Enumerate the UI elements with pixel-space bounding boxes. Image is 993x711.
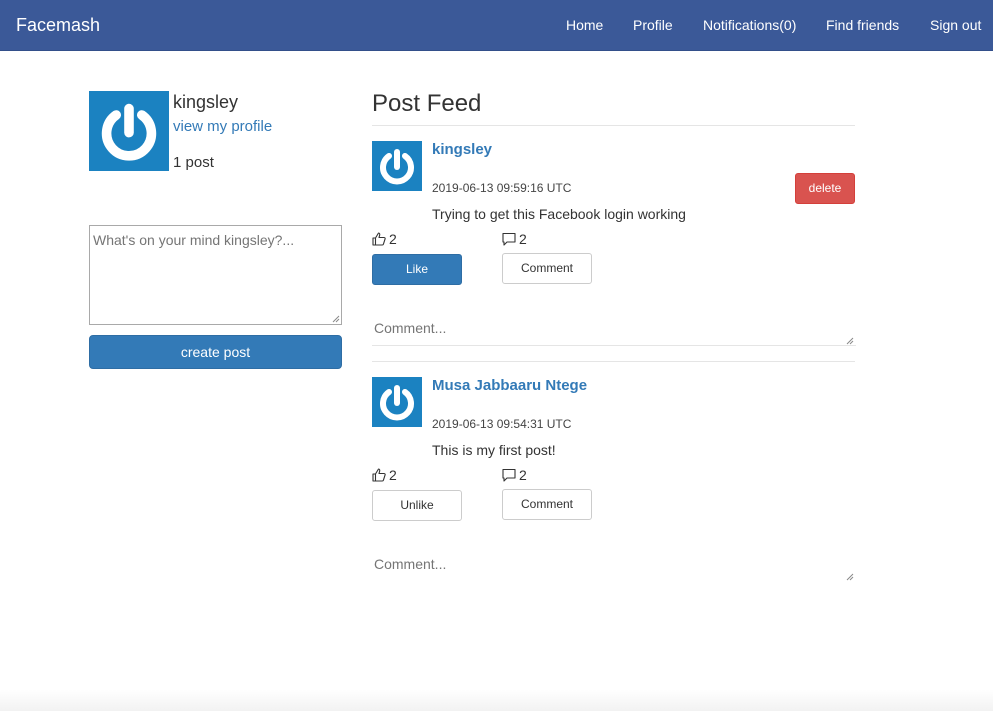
profile-avatar	[89, 91, 169, 171]
comment-count: 2	[502, 231, 527, 247]
comment-count: 2	[502, 467, 527, 483]
power-avatar-icon	[372, 141, 422, 191]
nav-sign-out[interactable]: Sign out	[930, 17, 981, 33]
comment-input[interactable]	[372, 312, 856, 346]
comment-bubble-icon	[502, 232, 516, 246]
resize-grip-icon[interactable]	[846, 337, 854, 345]
thumbs-up-icon	[372, 232, 386, 246]
like-button[interactable]: Like	[372, 254, 462, 285]
comment-button[interactable]: Comment	[502, 489, 592, 520]
unlike-button[interactable]: Unlike	[372, 490, 462, 521]
post-timestamp: 2019-06-13 09:54:31 UTC	[432, 417, 572, 431]
page-bottom-shade	[0, 690, 993, 711]
post-count: 1 post	[173, 154, 214, 171]
nav-notifications[interactable]: Notifications(0)	[703, 17, 796, 33]
resize-grip-icon[interactable]	[846, 573, 854, 581]
like-count-value: 2	[389, 467, 397, 483]
feed-divider	[372, 125, 855, 126]
post-divider	[372, 361, 855, 362]
thumbs-up-icon	[372, 468, 386, 482]
post-content: This is my first post!	[432, 442, 556, 458]
comment-button[interactable]: Comment	[502, 253, 592, 284]
nav-profile[interactable]: Profile	[633, 17, 673, 33]
nav-home[interactable]: Home	[566, 17, 603, 33]
feed-title: Post Feed	[372, 90, 482, 117]
comment-count-value: 2	[519, 467, 527, 483]
post-author-avatar	[372, 141, 422, 191]
delete-post-button[interactable]: delete	[795, 173, 855, 204]
profile-name: kingsley	[173, 92, 239, 112]
view-profile-link[interactable]: view my profile	[173, 118, 272, 135]
nav-links: Home Profile Notifications(0) Find frien…	[0, 17, 993, 37]
post-author-name[interactable]: kingsley	[432, 141, 492, 158]
post-author-name[interactable]: Musa Jabbaaru Ntege	[432, 377, 587, 394]
resize-grip-icon[interactable]	[332, 315, 340, 323]
like-count: 2	[372, 467, 397, 483]
like-count-value: 2	[389, 231, 397, 247]
comment-count-value: 2	[519, 231, 527, 247]
comment-bubble-icon	[502, 468, 516, 482]
new-post-input[interactable]	[89, 225, 342, 325]
post-author-avatar	[372, 377, 422, 427]
post-content: Trying to get this Facebook login workin…	[432, 206, 686, 222]
power-avatar-icon	[372, 377, 422, 427]
post-timestamp: 2019-06-13 09:59:16 UTC	[432, 181, 572, 195]
nav-find-friends[interactable]: Find friends	[826, 17, 899, 33]
comment-input[interactable]	[372, 548, 856, 582]
power-avatar-icon	[89, 91, 169, 171]
create-post-button[interactable]: create post	[89, 335, 342, 369]
like-count: 2	[372, 231, 397, 247]
top-navbar: Facemash Home Profile Notifications(0) F…	[0, 0, 993, 51]
